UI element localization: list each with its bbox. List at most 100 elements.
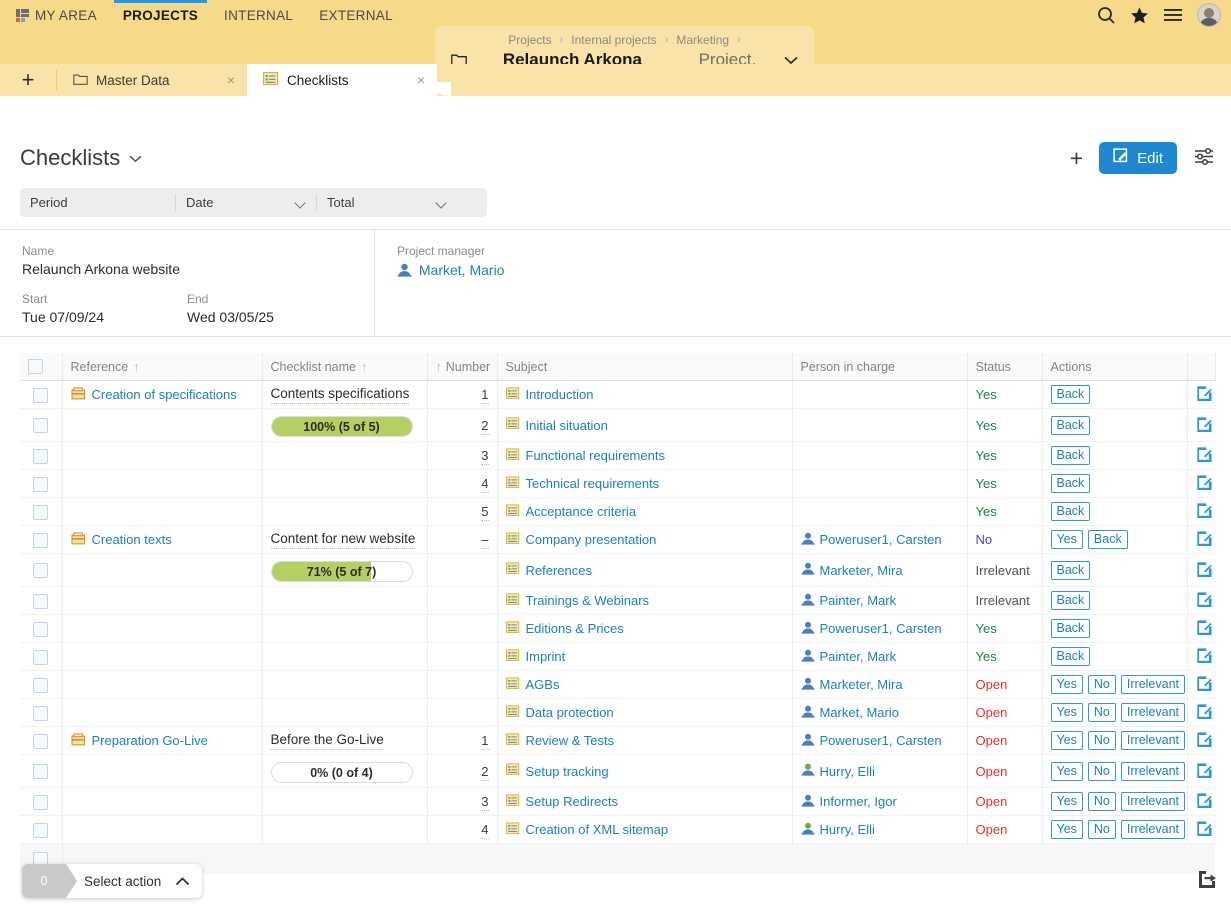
table-row[interactable]: Editions & Prices Poweruser1, Carsten Yes B… <box>20 614 1215 644</box>
person-in-charge-link[interactable]: Painter, Mark <box>801 593 896 609</box>
action-button-no[interactable]: No <box>1087 703 1116 723</box>
subject-link[interactable]: Acceptance criteria <box>505 504 636 520</box>
subject-link[interactable]: AGBs <box>505 677 559 693</box>
tab-checklists[interactable]: Checklists × <box>247 64 451 96</box>
action-button-irrelevant[interactable]: Irrelevant <box>1120 675 1185 695</box>
edit-row-icon[interactable] <box>1196 446 1212 465</box>
table-row[interactable]: AGBs Marketer, Mira Open Yes No Irrelevant <box>20 670 1215 700</box>
reference-link[interactable]: Creation of specifications <box>70 387 237 403</box>
column-header-status[interactable]: Status <box>967 353 1043 382</box>
action-button-no[interactable]: No <box>1087 820 1116 840</box>
action-button-irrelevant[interactable]: Irrelevant <box>1120 731 1185 751</box>
action-button-yes[interactable]: Yes <box>1050 731 1083 751</box>
edit-row-icon[interactable] <box>1196 591 1212 610</box>
nav-item-my-area[interactable]: MY AREA <box>16 0 97 30</box>
filter-total-select[interactable]: Total <box>317 188 457 217</box>
chevron-up-icon[interactable] <box>175 874 190 889</box>
edit-row-icon[interactable] <box>1196 703 1212 722</box>
nav-item-external[interactable]: EXTERNAL <box>319 0 393 30</box>
table-row[interactable]: 3 Setup Redirects Informer, Igor Open Yes No I… <box>20 787 1215 817</box>
subject-link[interactable]: Setup Redirects <box>505 794 618 810</box>
nav-item-projects[interactable]: PROJECTS <box>113 0 208 30</box>
breadcrumb-item-marketing[interactable]: Marketing <box>676 33 729 47</box>
row-checkbox[interactable] <box>33 794 49 810</box>
subject-link[interactable]: Data protection <box>505 705 614 721</box>
subject-link[interactable]: Setup tracking <box>505 763 609 779</box>
table-row[interactable]: 4 Technical requirements Yes Back <box>20 469 1215 499</box>
table-row[interactable]: Creation texts Content for new website – Co… <box>20 525 1215 555</box>
person-in-charge-link[interactable]: Marketer, Mira <box>801 677 903 693</box>
subject-link[interactable]: Creation of XML sitemap <box>505 822 668 838</box>
table-row[interactable]: Trainings & Webinars Painter, Mark Irrelev… <box>20 586 1215 616</box>
close-icon[interactable]: × <box>205 72 235 88</box>
breadcrumb-item-internal-projects[interactable]: Internal projects <box>571 33 656 47</box>
table-row[interactable]: 3 Functional requirements Yes Back <box>20 441 1215 471</box>
edit-row-icon[interactable] <box>1196 647 1212 666</box>
close-icon[interactable]: × <box>395 72 425 88</box>
edit-button[interactable]: Edit <box>1099 142 1177 174</box>
action-button-back[interactable]: Back <box>1050 446 1091 466</box>
subject-link[interactable]: References <box>505 562 592 578</box>
action-button-no[interactable]: No <box>1087 731 1116 751</box>
edit-row-icon[interactable] <box>1196 530 1212 549</box>
person-in-charge-link[interactable]: Market, Mario <box>801 705 899 721</box>
edit-row-icon[interactable] <box>1196 474 1212 493</box>
action-button-yes[interactable]: Yes <box>1050 530 1083 550</box>
export-icon[interactable] <box>1196 868 1217 892</box>
action-button-yes[interactable]: Yes <box>1050 703 1083 723</box>
table-row[interactable]: 5 Acceptance criteria Yes Back <box>20 497 1215 527</box>
row-checkbox[interactable] <box>33 822 49 838</box>
row-checkbox[interactable] <box>33 448 49 464</box>
row-checkbox[interactable] <box>33 677 49 693</box>
action-button-back[interactable]: Back <box>1050 647 1091 667</box>
subject-link[interactable]: Company presentation <box>505 532 656 548</box>
subject-link[interactable]: Introduction <box>505 387 593 403</box>
person-in-charge-link[interactable]: Painter, Mark <box>801 649 896 665</box>
action-button-back[interactable]: Back <box>1050 415 1091 435</box>
action-button-irrelevant[interactable]: Irrelevant <box>1120 820 1185 840</box>
table-row[interactable]: 100% (5 of 5) 2 Initial situation Yes Back <box>20 408 1215 443</box>
avatar[interactable] <box>1197 3 1221 27</box>
row-checkbox[interactable] <box>33 705 49 721</box>
action-button-no[interactable]: No <box>1087 675 1116 695</box>
edit-row-icon[interactable] <box>1196 762 1212 781</box>
select-action-dropdown[interactable]: Select action <box>66 874 175 889</box>
row-checkbox[interactable] <box>33 593 49 609</box>
add-checklist-button[interactable]: + <box>1070 146 1083 170</box>
subject-link[interactable]: Technical requirements <box>505 476 659 492</box>
edit-row-icon[interactable] <box>1196 561 1212 580</box>
action-button-back[interactable]: Back <box>1050 385 1091 405</box>
nav-item-internal[interactable]: INTERNAL <box>224 0 293 30</box>
table-row[interactable]: 71% (5 of 7) References Marketer, Mira Irre… <box>20 553 1215 588</box>
star-icon[interactable] <box>1130 6 1149 25</box>
row-checkbox[interactable] <box>33 476 49 492</box>
row-checkbox[interactable] <box>33 532 49 548</box>
edit-row-icon[interactable] <box>1196 619 1212 638</box>
edit-row-icon[interactable] <box>1196 502 1212 521</box>
person-in-charge-link[interactable]: Marketer, Mira <box>801 562 903 578</box>
row-checkbox[interactable] <box>33 621 49 637</box>
subject-link[interactable]: Imprint <box>505 649 565 665</box>
column-header-reference[interactable]: Reference ↑ <box>62 353 263 382</box>
row-checkbox[interactable] <box>33 563 49 579</box>
action-button-back[interactable]: Back <box>1050 591 1091 611</box>
table-row[interactable]: Preparation Go-Live Before the Go-Live 1 Re… <box>20 726 1215 756</box>
edit-row-icon[interactable] <box>1196 416 1212 435</box>
action-button-no[interactable]: No <box>1087 792 1116 812</box>
menu-icon[interactable] <box>1163 7 1183 23</box>
breadcrumb-item-projects[interactable]: Projects <box>508 33 551 47</box>
subject-link[interactable]: Editions & Prices <box>505 621 624 637</box>
person-in-charge-link[interactable]: Poweruser1, Carsten <box>801 621 942 637</box>
subject-link[interactable]: Trainings & Webinars <box>505 593 649 609</box>
table-settings-icon[interactable] <box>1193 147 1215 169</box>
edit-row-icon[interactable] <box>1196 675 1212 694</box>
reference-link[interactable]: Preparation Go-Live <box>70 733 208 749</box>
edit-row-icon[interactable] <box>1196 820 1212 839</box>
person-in-charge-link[interactable]: Poweruser1, Carsten <box>801 532 942 548</box>
add-tab-button[interactable]: + <box>0 64 56 96</box>
row-checkbox[interactable] <box>33 649 49 665</box>
action-button-yes[interactable]: Yes <box>1050 675 1083 695</box>
column-header-person-in-charge[interactable]: Person in charge <box>792 353 968 382</box>
column-header-number[interactable]: ↑ Number <box>427 353 498 382</box>
action-button-back[interactable]: Back <box>1087 530 1128 550</box>
